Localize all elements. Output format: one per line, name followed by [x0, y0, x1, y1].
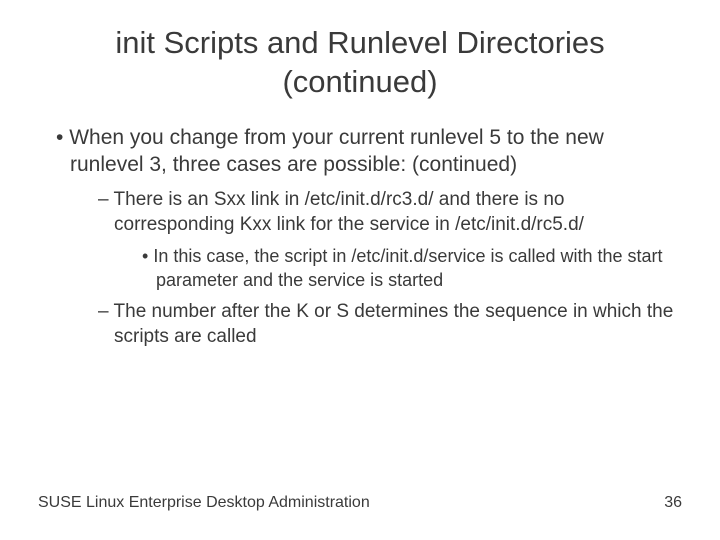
slide-title: init Scripts and Runlevel Directories (c…: [38, 24, 682, 102]
bullet-text: There is an Sxx link in /etc/init.d/rc3.…: [114, 189, 584, 235]
bullet-text: In this case, the script in /etc/init.d/…: [153, 246, 662, 289]
bullet-level1: When you change from your current runlev…: [56, 124, 682, 350]
bullet-text: The number after the K or S determines t…: [114, 301, 674, 347]
footer-left: SUSE Linux Enterprise Desktop Administra…: [38, 494, 370, 512]
slide-footer: SUSE Linux Enterprise Desktop Administra…: [38, 494, 682, 512]
bullet-level2: There is an Sxx link in /etc/init.d/rc3.…: [98, 188, 682, 292]
bullet-level2: The number after the K or S determines t…: [98, 300, 682, 349]
page-number: 36: [664, 494, 682, 512]
bullet-text: When you change from your current runlev…: [69, 126, 604, 176]
bullet-level3: In this case, the script in /etc/init.d/…: [142, 245, 682, 292]
slide-body: When you change from your current runlev…: [38, 124, 682, 350]
